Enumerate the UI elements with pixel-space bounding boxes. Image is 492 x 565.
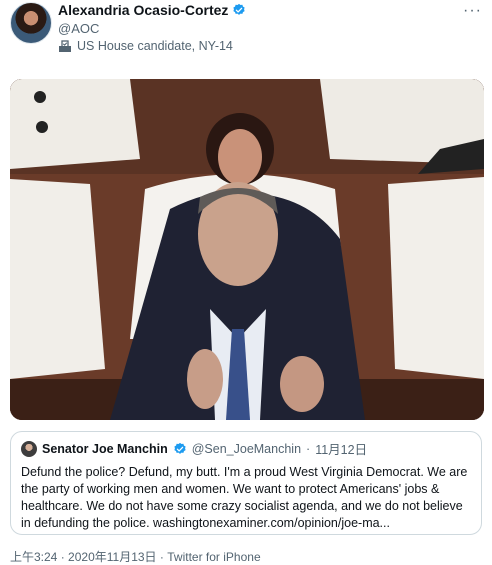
verified-badge-icon [233, 3, 245, 15]
quoted-author-name: Senator Joe Manchin [42, 441, 168, 456]
quoted-separator: · [306, 441, 311, 456]
footer-separator-1: · [60, 550, 65, 564]
ballot-box-icon [59, 39, 71, 52]
quoted-author-avatar [21, 440, 37, 457]
quoted-tweet-text: Defund the police? Defund, my butt. I'm … [21, 465, 468, 530]
tweet-source-link[interactable]: Twitter for iPhone [167, 550, 260, 564]
quoted-author-handle: @Sen_JoeManchin [191, 441, 302, 456]
tweet-photo[interactable] [10, 79, 484, 420]
candidate-label-row: US House candidate, NY-14 [58, 39, 233, 53]
footer-separator-2: · [159, 550, 164, 564]
author-name-row: Alexandria Ocasio-Cortez [58, 2, 246, 18]
author-avatar[interactable] [10, 2, 52, 44]
tweet-date-link[interactable]: 2020年11月13日 [68, 550, 157, 564]
tweet-footer: 上午3:24 · 2020年11月13日 · Twitter for iPhon… [10, 548, 261, 565]
verified-badge-icon [174, 442, 186, 454]
quoted-date: 11月12日 [315, 443, 368, 457]
photo-illustration [10, 79, 484, 420]
author-handle[interactable]: @AOC [58, 21, 99, 36]
quoted-tweet-header: Senator Joe Manchin @Sen_JoeManchin · 11… [21, 439, 471, 458]
more-options-icon[interactable]: ··· [463, 2, 482, 20]
tweet-time-link[interactable]: 上午3:24 [10, 550, 57, 564]
quoted-tweet[interactable]: Senator Joe Manchin @Sen_JoeManchin · 11… [10, 431, 482, 535]
author-name[interactable]: Alexandria Ocasio-Cortez [58, 2, 228, 18]
candidate-label: US House candidate, NY-14 [77, 39, 233, 53]
